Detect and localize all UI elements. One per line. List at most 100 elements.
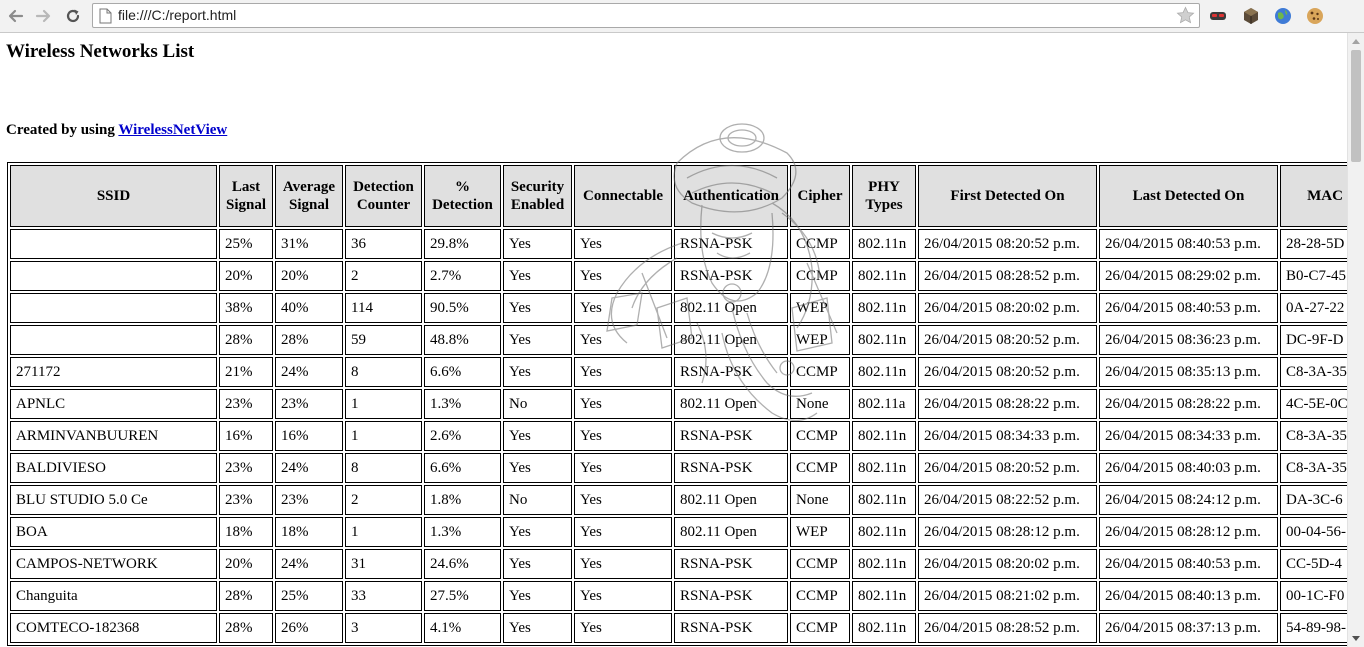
column-header-lastdet: Last Detected On	[1099, 165, 1278, 227]
cell-ssid: BALDIVIESO	[10, 453, 217, 483]
credit-text: Created by using	[6, 122, 119, 138]
scroll-down-arrow-icon[interactable]	[1351, 635, 1361, 643]
cell-avg: 20%	[275, 261, 343, 291]
table-row: BLU STUDIO 5.0 Ce 23% 23% 2 1.8% No Yes 802.11 …	[10, 485, 1347, 515]
cell-auth: 802.11 Open	[674, 517, 788, 547]
cell-lastdet: 26/04/2015 08:40:03 p.m.	[1099, 453, 1278, 483]
column-header-mac: MAC	[1280, 165, 1347, 227]
scroll-up-arrow-icon[interactable]	[1351, 37, 1361, 45]
cell-last: 28%	[219, 325, 273, 355]
cell-avg: 28%	[275, 325, 343, 355]
cell-first: 26/04/2015 08:21:02 p.m.	[918, 581, 1097, 611]
cell-auth: 802.11 Open	[674, 325, 788, 355]
cell-ssid: COMTECO-182368	[10, 613, 217, 643]
cell-cipher: WEP	[790, 517, 850, 547]
cell-mac: 00-04-56-	[1280, 517, 1347, 547]
globe-extension-icon[interactable]	[1273, 6, 1293, 26]
cell-first: 26/04/2015 08:20:52 p.m.	[918, 453, 1097, 483]
wireless-networks-table: SSID Last Signal Average Signal Detection Coun…	[7, 162, 1347, 646]
forward-button[interactable]	[31, 4, 55, 28]
cell-counter: 8	[345, 357, 422, 387]
table-row: 25% 31% 36 29.8% Yes Yes RSNA-PSK CCMP 802.11n 26…	[10, 229, 1347, 259]
cell-counter: 3	[345, 613, 422, 643]
column-header-first: First Detected On	[918, 165, 1097, 227]
cell-security: Yes	[503, 581, 572, 611]
cell-mac: 28-28-5D	[1280, 229, 1347, 259]
cell-counter: 1	[345, 517, 422, 547]
cell-auth: RSNA-PSK	[674, 421, 788, 451]
cell-ssid	[10, 325, 217, 355]
cell-mac: DC-9F-D	[1280, 325, 1347, 355]
cell-cipher: CCMP	[790, 357, 850, 387]
cell-phy: 802.11a	[852, 389, 916, 419]
cell-lastdet: 26/04/2015 08:34:33 p.m.	[1099, 421, 1278, 451]
table-row: ARMINVANBUUREN 16% 16% 1 2.6% Yes Yes RSNA-PSK C…	[10, 421, 1347, 451]
cell-lastdet: 26/04/2015 08:28:12 p.m.	[1099, 517, 1278, 547]
mask-extension-icon[interactable]	[1208, 6, 1228, 26]
cell-avg: 40%	[275, 293, 343, 323]
column-header-counter: Detection Counter	[345, 165, 422, 227]
cookie-extension-icon[interactable]	[1305, 6, 1325, 26]
cell-pct: 24.6%	[424, 549, 501, 579]
scrollbar-thumb[interactable]	[1351, 50, 1361, 162]
cell-ssid: BOA	[10, 517, 217, 547]
cell-ssid	[10, 261, 217, 291]
cell-avg: 18%	[275, 517, 343, 547]
cell-avg: 16%	[275, 421, 343, 451]
cell-connectable: Yes	[574, 453, 672, 483]
cell-security: Yes	[503, 325, 572, 355]
cell-security: Yes	[503, 549, 572, 579]
column-header-auth: Authentication	[674, 165, 788, 227]
cell-phy: 802.11n	[852, 261, 916, 291]
back-arrow-icon	[8, 9, 24, 23]
cell-cipher: CCMP	[790, 613, 850, 643]
cell-ssid: APNLC	[10, 389, 217, 419]
cell-pct: 6.6%	[424, 357, 501, 387]
address-bar[interactable]: file:///C:/report.html	[92, 3, 1200, 28]
cell-phy: 802.11n	[852, 357, 916, 387]
bookmark-star-icon[interactable]	[1176, 6, 1195, 25]
cell-pct: 90.5%	[424, 293, 501, 323]
cell-security: Yes	[503, 421, 572, 451]
cell-security: Yes	[503, 357, 572, 387]
cell-connectable: Yes	[574, 357, 672, 387]
cell-auth: 802.11 Open	[674, 293, 788, 323]
cell-ssid: 271172	[10, 357, 217, 387]
credit-line: Created by using WirelessNetView	[6, 122, 227, 139]
column-header-phy: PHY Types	[852, 165, 916, 227]
cell-mac: 4C-5E-0C	[1280, 389, 1347, 419]
cell-lastdet: 26/04/2015 08:28:22 p.m.	[1099, 389, 1278, 419]
cell-first: 26/04/2015 08:28:12 p.m.	[918, 517, 1097, 547]
cell-avg: 24%	[275, 549, 343, 579]
cell-security: Yes	[503, 453, 572, 483]
cell-counter: 114	[345, 293, 422, 323]
cell-security: Yes	[503, 613, 572, 643]
table-row: CAMPOS-NETWORK 20% 24% 31 24.6% Yes Yes RSNA-PS…	[10, 549, 1347, 579]
cell-last: 23%	[219, 453, 273, 483]
wirelessnetview-link[interactable]: WirelessNetView	[118, 122, 227, 138]
cube-extension-icon[interactable]	[1241, 6, 1261, 26]
cell-auth: RSNA-PSK	[674, 453, 788, 483]
cell-auth: 802.11 Open	[674, 485, 788, 515]
page-title: Wireless Networks List	[6, 41, 195, 62]
cell-auth: 802.11 Open	[674, 389, 788, 419]
cell-pct: 1.8%	[424, 485, 501, 515]
cell-auth: RSNA-PSK	[674, 549, 788, 579]
cell-first: 26/04/2015 08:34:33 p.m.	[918, 421, 1097, 451]
back-button[interactable]	[4, 4, 28, 28]
cell-connectable: Yes	[574, 581, 672, 611]
cell-last: 20%	[219, 549, 273, 579]
vertical-scrollbar[interactable]	[1347, 33, 1364, 647]
table-header-row: SSID Last Signal Average Signal Detection Coun…	[10, 165, 1347, 227]
cell-last: 23%	[219, 389, 273, 419]
cell-cipher: CCMP	[790, 453, 850, 483]
reload-button[interactable]	[61, 4, 85, 28]
table-row: COMTECO-182368 28% 26% 3 4.1% Yes Yes RSNA-PSK C…	[10, 613, 1347, 643]
cell-lastdet: 26/04/2015 08:29:02 p.m.	[1099, 261, 1278, 291]
cell-phy: 802.11n	[852, 613, 916, 643]
cell-auth: RSNA-PSK	[674, 357, 788, 387]
cell-avg: 25%	[275, 581, 343, 611]
cell-mac: B0-C7-45	[1280, 261, 1347, 291]
table-body: 25% 31% 36 29.8% Yes Yes RSNA-PSK CCMP 802.11n 26…	[10, 229, 1347, 643]
forward-arrow-icon	[35, 9, 51, 23]
